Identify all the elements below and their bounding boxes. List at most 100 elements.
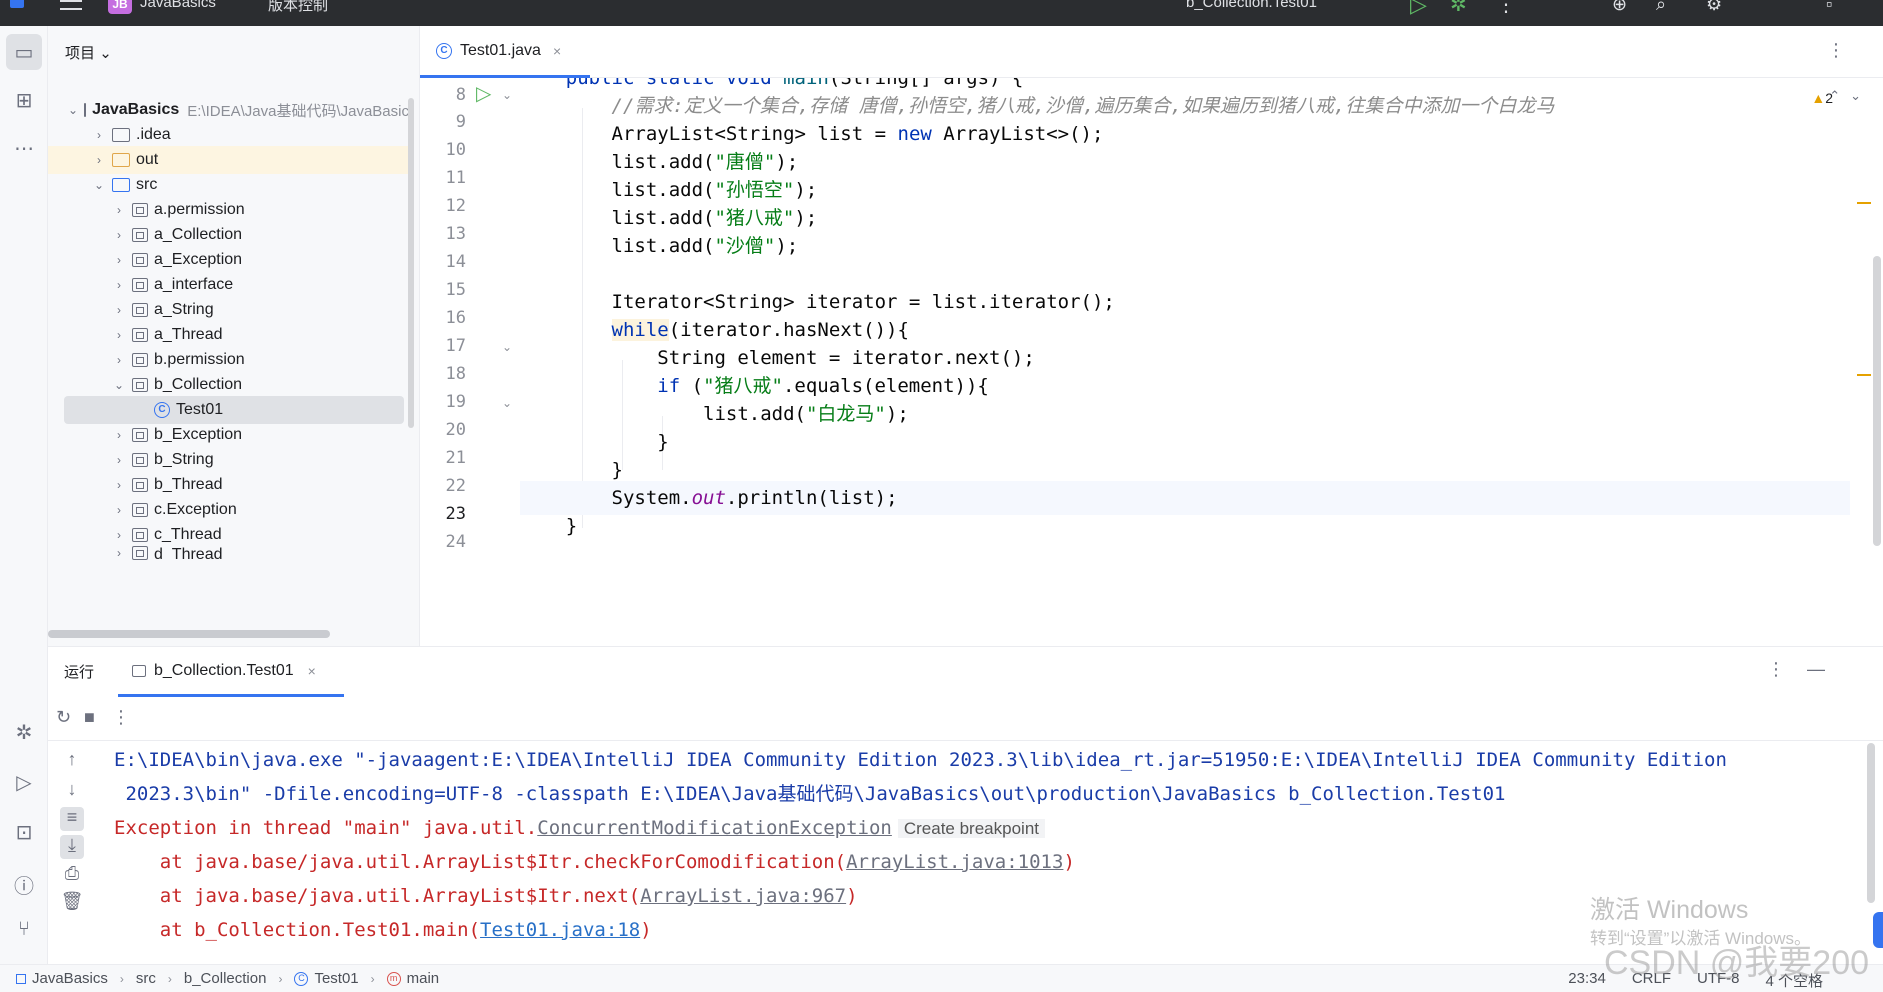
more-tools-icon[interactable]: ⋯ [6,130,42,166]
chevron-right-icon[interactable]: › [112,546,126,560]
tree-item-src[interactable]: ⌄ src [48,171,414,199]
structure-icon[interactable]: ⊞ [6,82,42,118]
console-scrollbar[interactable] [1867,743,1875,903]
problem-nav-arrows[interactable]: ⌃⌄ [1829,88,1871,104]
tree-item-package[interactable]: › b_Thread [48,471,414,499]
chevron-right-icon[interactable]: › [112,353,126,367]
stop-icon[interactable]: ■ [84,707,95,728]
rerun-icon[interactable]: ↻ [56,707,71,728]
project-badge[interactable]: JB [108,0,132,14]
chevron-right-icon[interactable]: › [112,428,126,442]
tree-item-test01[interactable]: C Test01 [64,396,404,424]
create-breakpoint-link[interactable]: Create breakpoint [897,819,1045,838]
line-gutter[interactable]: 8 9 10 11 12 13 14 15 16 17 18 19 20 21 … [420,78,520,646]
tree-item-package[interactable]: › a_String [48,296,414,324]
project-folder-icon[interactable]: ▭ [6,34,42,70]
tree-item-package[interactable]: › a_Collection [48,221,414,249]
run-config-selector[interactable]: b_Collection.Test01 [1186,0,1317,11]
tab-test01-java[interactable]: C Test01.java × [420,26,590,78]
debug-tool-icon[interactable]: ✲ [0,720,48,745]
problems-icon[interactable]: ⓘ [0,870,48,899]
vcs-menu[interactable]: 版本控制 [268,0,328,15]
run-panel-actions[interactable]: ⋮— [1767,659,1847,680]
trash-icon[interactable]: 🗑 [60,891,84,915]
project-switcher[interactable]: JavaBasics [140,0,216,11]
window-restore-icon[interactable]: ▫ [1826,0,1846,14]
fold-icon[interactable]: ⌄ [502,340,512,354]
chevron-right-icon[interactable]: › [112,253,126,267]
tree-item-package[interactable]: › c.Exception [48,496,414,524]
run-icon[interactable]: ▷ [1410,0,1427,18]
more-icon[interactable]: ⋮ [1827,40,1845,61]
tree-item-package[interactable]: › a_Exception [48,246,414,274]
stacktrace-link[interactable]: ArrayList.java:967 [640,885,846,907]
breadcrumb-item[interactable]: b_Collection [184,970,267,987]
chevron-right-icon[interactable]: › [92,153,106,167]
debug-icon[interactable]: ✲ [1450,0,1467,17]
fold-icon[interactable]: ⌄ [502,88,512,102]
fold-icon[interactable]: ⌄ [502,396,512,410]
git-icon[interactable]: ⑂ [0,918,48,941]
close-icon[interactable]: × [553,43,561,59]
code-area[interactable]: public static void main(String[] args) {… [520,78,1850,646]
run-tab[interactable]: b_Collection.Test01 × [118,647,344,697]
project-panel-header[interactable]: 项目 ⌄ [65,42,112,63]
tree-item-package[interactable]: › a_interface [48,271,414,299]
chevron-right-icon[interactable]: › [112,503,126,517]
chevron-down-icon[interactable]: ⌄ [92,178,106,192]
breadcrumb-item[interactable]: Test01 [314,970,358,987]
more-actions-icon[interactable]: ⋮ [1496,0,1516,17]
chevron-right-icon[interactable]: › [112,228,126,242]
horizontal-scrollbar[interactable] [48,630,330,638]
tree-item-package[interactable]: › b.permission [48,346,414,374]
search-icon[interactable]: ⌕ [1656,0,1676,14]
vertical-scrollbar[interactable] [408,98,414,428]
tree-root[interactable]: ⌄ JavaBasics E:\IDEA\Java基础代码\JavaBasics [48,96,414,124]
stacktrace-link[interactable]: ArrayList.java:1013 [846,851,1063,873]
chevron-right-icon[interactable]: › [112,528,126,542]
chevron-right-icon[interactable]: › [92,128,106,142]
arrow-down-icon[interactable]: ↓ [60,779,84,803]
side-notification-tab[interactable] [1873,912,1883,948]
services-icon[interactable]: ▷ [0,770,48,795]
print-icon[interactable]: ⎙ [60,863,84,887]
method-icon: m [386,971,401,986]
stacktrace-link[interactable]: Test01.java:18 [480,919,640,941]
tree-item-package[interactable]: › b_String [48,446,414,474]
soft-wrap-icon[interactable]: ≡ [60,807,84,831]
chevron-right-icon[interactable]: › [112,328,126,342]
scroll-to-end-icon[interactable]: ⤓ [60,835,84,859]
chevron-right-icon[interactable]: › [112,278,126,292]
tree-item-package[interactable]: › a.permission [48,196,414,224]
tree-item-package[interactable]: ⌄ b_Collection [48,371,414,399]
chevron-right-icon[interactable]: › [112,303,126,317]
exception-link[interactable]: ConcurrentModificationException [537,817,892,839]
more-icon[interactable]: ⋮ [112,707,130,728]
main-menu-icon[interactable] [60,0,82,10]
close-icon[interactable]: × [308,663,316,679]
tree-item-package[interactable]: › a_Thread [48,321,414,349]
tree-item-idea[interactable]: › .idea [48,121,414,149]
tree-item-package[interactable]: › b_Exception [48,421,414,449]
chevron-down-icon[interactable]: ⌄ [112,378,126,392]
tree-item-package[interactable]: › d_Thread [48,546,414,560]
add-user-icon[interactable]: ⊕ [1612,0,1632,14]
settings-icon[interactable]: ⚙ [1706,0,1726,14]
code-comment: //需求:定义一个集合,存储 唐僧,孙悟空,猪八戒,沙僧,遍历集合,如果遍历到猪… [611,95,1555,117]
chevron-right-icon[interactable]: › [112,453,126,467]
breadcrumb-item[interactable]: src [136,970,156,987]
tree-item-package[interactable]: › c_Thread [48,521,414,549]
warning-marker[interactable] [1857,374,1871,376]
chevron-right-icon[interactable]: › [112,478,126,492]
chevron-down-icon[interactable]: ⌄ [68,103,78,117]
run-gutter-icon[interactable]: ▷ [476,81,491,106]
tree-item-out[interactable]: › out [48,146,414,174]
warning-marker[interactable] [1857,202,1871,204]
terminal-icon[interactable]: ⊡ [0,820,48,845]
chevron-right-icon[interactable]: › [112,203,126,217]
editor-scrollbar[interactable] [1873,256,1881,546]
arrow-up-icon[interactable]: ↑ [60,749,84,773]
breadcrumb-item[interactable]: main [407,970,440,987]
breadcrumb-item[interactable]: JavaBasics [32,970,108,987]
caret-position[interactable]: 23:34 [1568,970,1606,991]
